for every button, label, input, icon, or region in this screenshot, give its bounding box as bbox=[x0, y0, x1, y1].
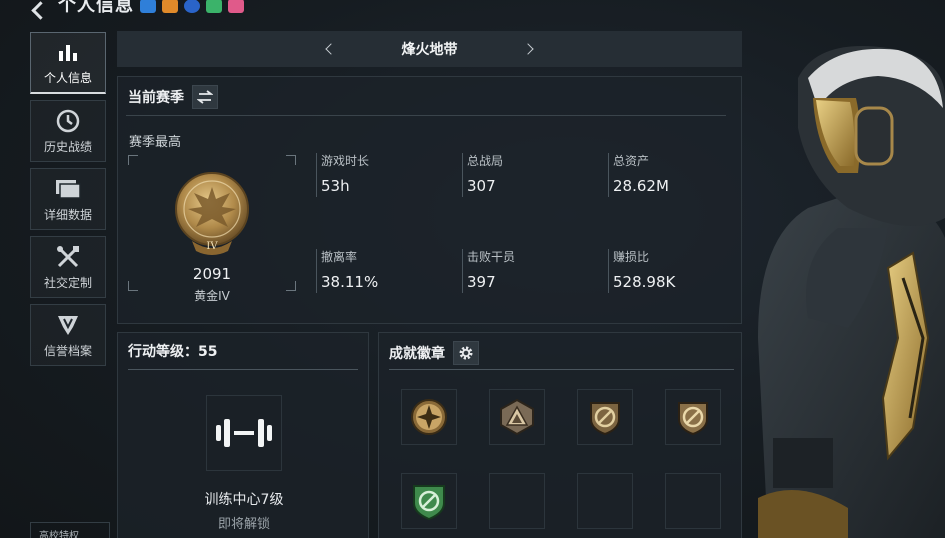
sidebar-item-label: 历史战绩 bbox=[43, 139, 92, 154]
page-title: 个人信息 bbox=[58, 0, 134, 16]
stat-label: 赚损比 bbox=[613, 250, 650, 264]
badge-settings-button[interactable] bbox=[453, 341, 479, 365]
action-level-panel: 行动等级：55 训练中心7级 即将解锁 bbox=[117, 332, 369, 538]
panel-header: 成就徽章 bbox=[389, 341, 479, 365]
sidebar-item-history[interactable]: 历史战绩 bbox=[30, 100, 106, 162]
sidebar-item-label: 信誉档案 bbox=[43, 343, 92, 358]
campus-privilege-tab[interactable]: 高校特权 bbox=[30, 522, 110, 538]
mode-title: 烽火地带 bbox=[401, 42, 458, 58]
achievement-slot[interactable] bbox=[401, 473, 457, 529]
panel-title: 当前赛季 bbox=[128, 90, 184, 106]
top-bar: 个人信息 bbox=[0, 0, 300, 22]
training-center-tile[interactable] bbox=[206, 395, 282, 471]
compass-star-badge-icon bbox=[411, 399, 447, 435]
achievement-slot-empty[interactable] bbox=[577, 473, 633, 529]
tools-icon bbox=[54, 244, 82, 270]
sidebar-item-profile[interactable]: 个人信息 bbox=[30, 32, 106, 94]
achievement-slot[interactable] bbox=[401, 389, 457, 445]
training-center-label: 训练中心7级 bbox=[204, 492, 284, 508]
stat-label: 总战局 bbox=[467, 154, 504, 168]
divider bbox=[128, 369, 358, 370]
season-stats-panel: 当前赛季 赛季最高 IV 2091 黄金IV 游戏时长 53h 总战局 307 … bbox=[117, 76, 742, 324]
stat-operators-defeated: 击败干员 397 bbox=[462, 249, 602, 293]
action-level-title: 行动等级：55 bbox=[128, 344, 218, 360]
history-clock-icon bbox=[54, 108, 82, 134]
achievements-title: 成就徽章 bbox=[389, 346, 445, 362]
panel-header: 行动等级：55 bbox=[128, 341, 217, 361]
stat-label: 击败干员 bbox=[467, 250, 516, 264]
season-best-label: 赛季最高 bbox=[129, 135, 182, 150]
app-badge-icon bbox=[162, 0, 178, 13]
achievement-slot[interactable] bbox=[665, 389, 721, 445]
stat-total-assets: 总资产 28.62M bbox=[608, 153, 748, 197]
stat-play-time: 游戏时长 53h bbox=[316, 153, 456, 197]
app-badge-icon bbox=[184, 0, 200, 13]
rank-name: 黄金IV bbox=[194, 289, 230, 303]
swap-arrows-icon bbox=[197, 90, 213, 104]
frame-corner bbox=[286, 155, 296, 165]
switch-season-button[interactable] bbox=[192, 85, 218, 109]
unlock-status: 即将解锁 bbox=[217, 517, 270, 532]
shield-emblem-icon bbox=[54, 312, 82, 338]
sidebar-item-label: 个人信息 bbox=[43, 71, 92, 85]
sidebar-item-details[interactable]: 详细数据 bbox=[30, 168, 106, 230]
triangle-badge-icon bbox=[500, 398, 534, 436]
sidebar-item-label: 详细数据 bbox=[43, 207, 92, 222]
rank-numeral: IV bbox=[206, 241, 218, 252]
panel-header: 当前赛季 bbox=[128, 85, 218, 109]
app-badge-icon bbox=[206, 0, 222, 13]
achievement-slot-empty[interactable] bbox=[665, 473, 721, 529]
achievement-slot[interactable] bbox=[489, 389, 545, 445]
chevron-left-icon[interactable] bbox=[318, 37, 342, 61]
rank-card: IV 2091 黄金IV bbox=[128, 155, 296, 303]
achievement-slot-empty[interactable] bbox=[489, 473, 545, 529]
app-badge-icon bbox=[228, 0, 244, 13]
stat-extraction-rate: 撤离率 38.11% bbox=[316, 249, 456, 293]
back-arrow-icon[interactable] bbox=[30, 2, 52, 20]
stat-value: 397 bbox=[467, 273, 496, 291]
frame-corner bbox=[128, 155, 138, 165]
stat-profit-loss-ratio: 赚损比 528.98K bbox=[608, 249, 748, 293]
sidebar-item-reputation[interactable]: 信誉档案 bbox=[30, 304, 106, 366]
achievement-badges-panel: 成就徽章 bbox=[378, 332, 742, 538]
divider bbox=[389, 369, 734, 370]
stat-total-matches: 总战局 307 bbox=[462, 153, 602, 197]
sidebar-item-social[interactable]: 社交定制 bbox=[30, 236, 106, 298]
shield-slash-badge-icon bbox=[678, 402, 708, 436]
operator-character-art bbox=[758, 46, 945, 538]
shield-slash-badge-icon bbox=[590, 402, 620, 436]
bar-chart-icon bbox=[54, 39, 82, 65]
app-badge-icon bbox=[140, 0, 156, 13]
rank-score: 2091 bbox=[192, 265, 232, 283]
stat-label: 总资产 bbox=[613, 154, 650, 168]
stat-value: 307 bbox=[467, 177, 496, 195]
screen-root: 个人信息 个人信息 历史战绩 详细数据 社交定制 信誉档案 高校特权 烽火地带 … bbox=[0, 0, 945, 538]
folder-stack-icon bbox=[54, 176, 82, 202]
stat-value: 53h bbox=[321, 177, 350, 195]
dumbbell-icon bbox=[216, 419, 272, 447]
stat-label: 撤离率 bbox=[321, 250, 358, 264]
stat-value: 528.98K bbox=[613, 273, 676, 291]
gold-rank-emblem-icon: IV bbox=[175, 172, 249, 255]
divider bbox=[126, 115, 726, 116]
sidebar-item-label: 社交定制 bbox=[43, 275, 92, 290]
sidebar: 个人信息 历史战绩 详细数据 社交定制 信誉档案 bbox=[30, 32, 108, 372]
season-selector: 烽火地带 bbox=[117, 31, 742, 67]
chevron-right-icon[interactable] bbox=[518, 37, 542, 61]
achievement-slot[interactable] bbox=[577, 389, 633, 445]
gear-icon bbox=[459, 346, 473, 360]
green-shield-badge-icon bbox=[413, 485, 445, 521]
stat-label: 游戏时长 bbox=[321, 154, 370, 168]
stat-value: 38.11% bbox=[321, 273, 379, 291]
stat-value: 28.62M bbox=[613, 177, 669, 195]
